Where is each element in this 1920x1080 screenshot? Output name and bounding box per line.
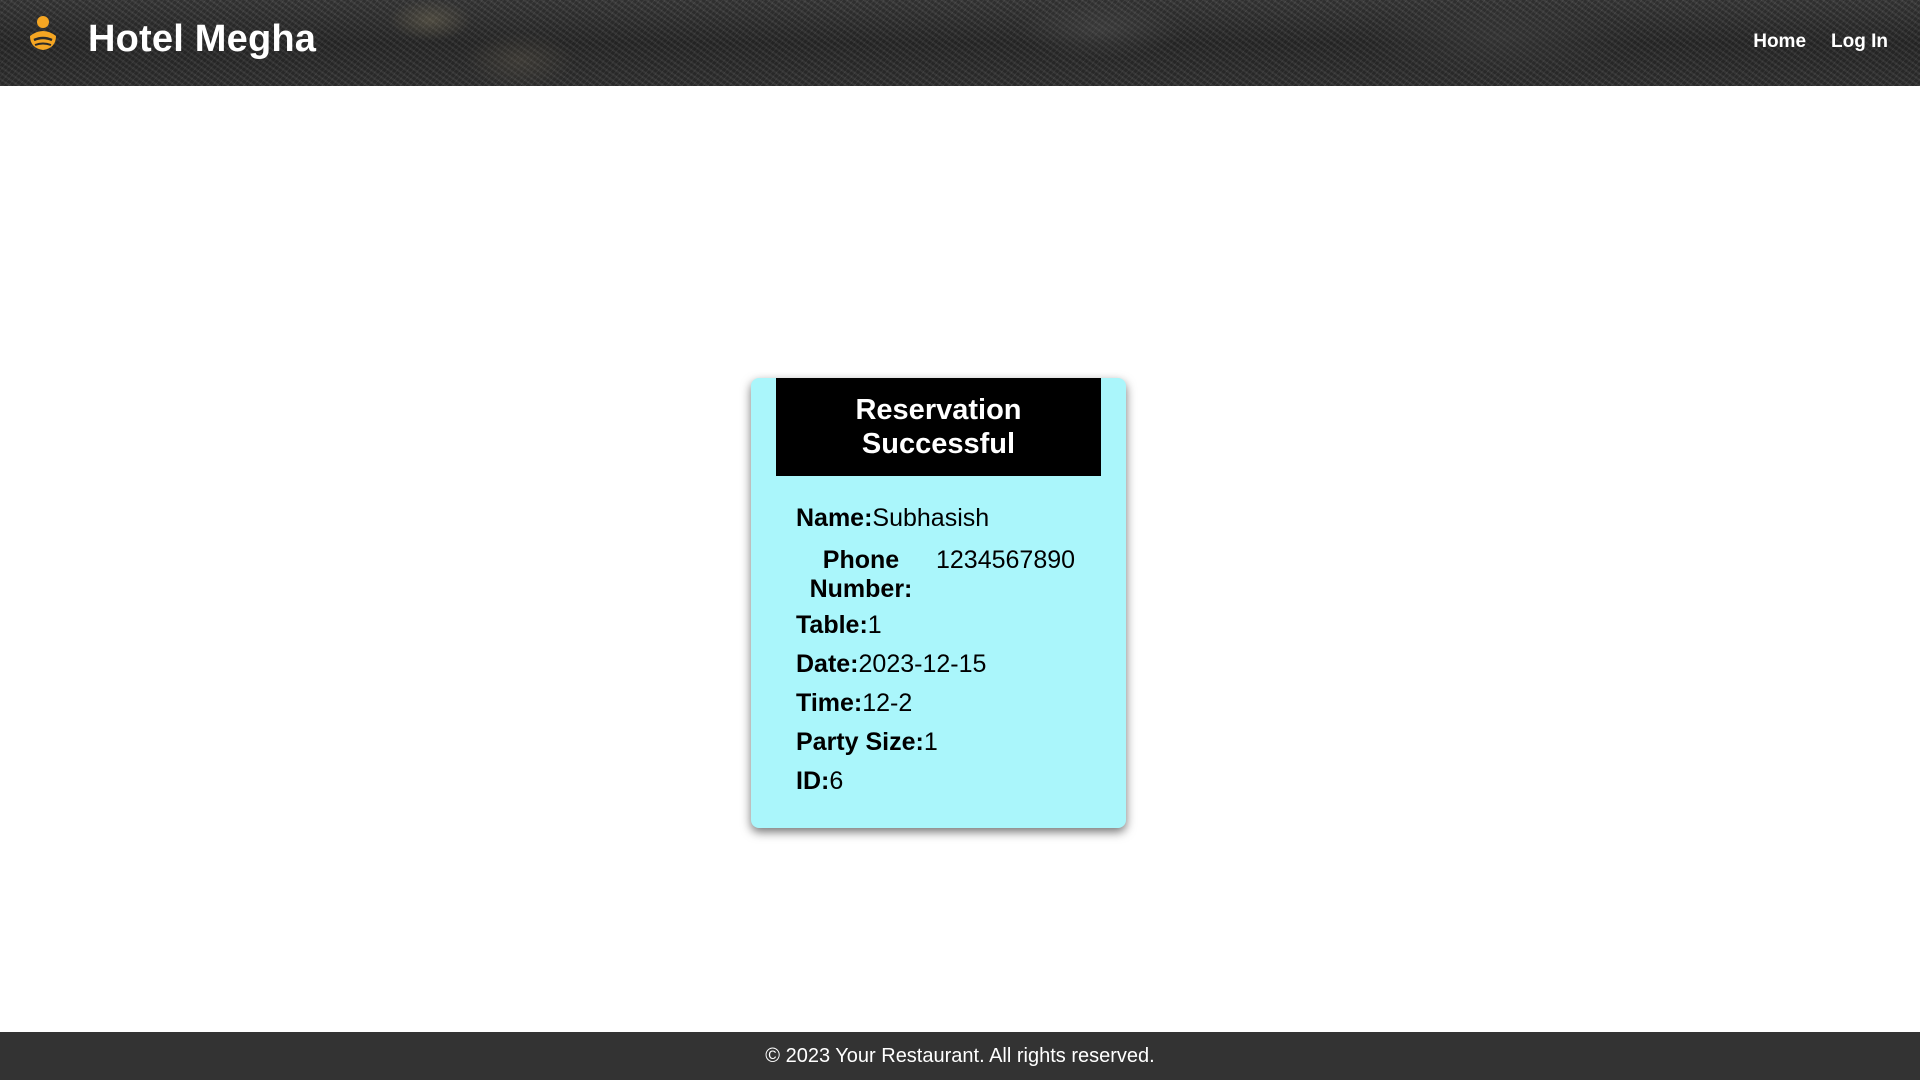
- id-row: ID:6: [796, 767, 843, 796]
- name-label: Name:: [796, 504, 873, 532]
- nav-home-link[interactable]: Home: [1753, 31, 1806, 53]
- card-title: Reservation Successful: [776, 378, 1101, 476]
- table-value: 1: [867, 611, 882, 639]
- name-row: Name:Subhasish: [796, 504, 989, 533]
- table-row: Table:1: [796, 611, 882, 640]
- phone-value: 1234567890: [936, 546, 1076, 574]
- phone-row: Phone Number: 1234567890: [796, 546, 1096, 604]
- table-label: Table:: [796, 611, 868, 639]
- date-value: 2023-12-15: [858, 650, 987, 678]
- top-nav: Home Log In: [1753, 31, 1888, 53]
- party-size-label: Party Size:: [796, 728, 924, 756]
- reservation-card: Reservation Successful Name:Subhasish Ph…: [751, 378, 1126, 828]
- party-size-row: Party Size:1: [796, 728, 938, 757]
- card-title-text: Reservation Successful: [855, 394, 1022, 460]
- party-size-value: 1: [923, 728, 938, 756]
- chef-food-logo-icon[interactable]: [20, 14, 66, 70]
- time-label: Time:: [796, 689, 863, 717]
- date-label: Date:: [796, 650, 859, 678]
- site-title[interactable]: Hotel Megha: [88, 18, 316, 61]
- name-value: Subhasish: [872, 504, 990, 532]
- id-value: 6: [829, 767, 844, 795]
- phone-label: Phone Number:: [809, 546, 913, 603]
- copyright-text: © 2023 Your Restaurant. All rights reser…: [765, 1044, 1155, 1067]
- nav-login-link[interactable]: Log In: [1831, 31, 1888, 53]
- time-row: Time:12-2: [796, 689, 912, 718]
- page: Hotel Megha Home Log In Reservation Succ…: [0, 0, 1920, 1080]
- site-footer: © 2023 Your Restaurant. All rights reser…: [0, 1032, 1920, 1080]
- site-header: Hotel Megha Home Log In: [0, 0, 1920, 86]
- time-value: 12-2: [862, 689, 913, 717]
- id-label: ID:: [796, 767, 830, 795]
- date-row: Date:2023-12-15: [796, 650, 986, 679]
